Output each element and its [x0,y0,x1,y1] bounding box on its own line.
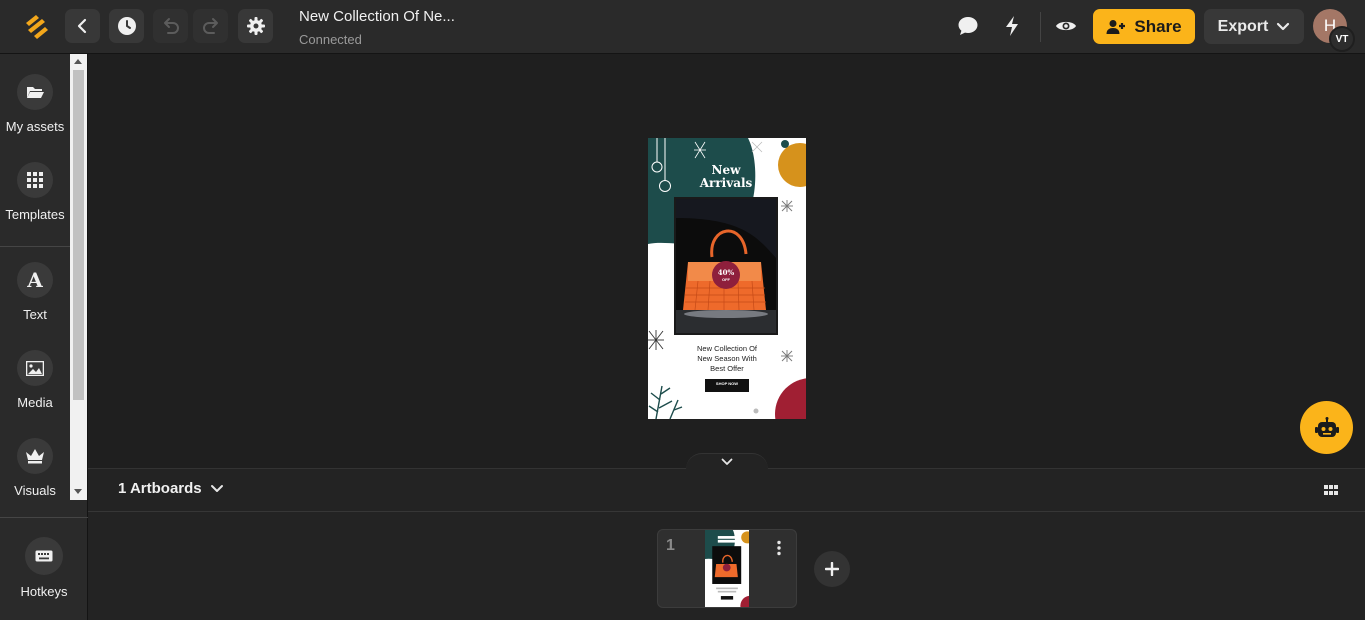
body-copy[interactable]: New Collection Of New Season With Best O… [668,344,786,374]
sidebar-item-my-assets[interactable]: My assets [0,74,70,134]
redo-button[interactable] [193,9,228,43]
share-label: Share [1134,16,1182,36]
chat-bubble-icon [958,17,978,35]
text-icon: A [17,262,53,298]
toolbar-divider [1040,12,1041,42]
kebab-menu-icon [777,540,781,556]
back-button[interactable] [65,9,100,43]
sidebar-item-label: Media [17,395,53,410]
eye-icon [1056,21,1076,31]
body-line-2: New Season With [697,354,757,363]
connection-status: Connected [299,32,362,47]
badge-off: OFF [722,277,730,282]
artboards-count-label: 1 Artboards [118,480,202,497]
add-user-icon [1106,19,1126,34]
gear-icon [246,17,265,35]
scroll-down-arrow[interactable] [74,489,82,494]
app-logo[interactable] [22,12,52,42]
sidebar-item-visuals[interactable]: Visuals [0,438,70,495]
sidebar-item-label: Text [23,307,47,322]
animate-button[interactable] [1000,14,1024,38]
collaborator-avatar[interactable]: VT [1329,26,1355,52]
preview-button[interactable] [1054,14,1078,38]
grid-view-icon [1324,485,1338,495]
panel-divider [88,511,1365,512]
thumbnail-menu-button[interactable] [776,540,782,556]
grid-view-button[interactable] [1323,483,1339,497]
discount-badge[interactable]: 40% OFF [712,269,740,283]
scrollbar-thumb[interactable] [73,70,84,400]
body-line-1: New Collection Of [696,344,758,353]
body-line-3: Best Offer [710,364,744,373]
sidebar-item-templates[interactable]: Templates [0,162,70,222]
sidebar-item-hotkeys[interactable]: Hotkeys [0,537,88,599]
sidebar-item-media[interactable]: Media [0,350,70,410]
crown-icon [17,438,53,474]
undo-icon [163,18,179,34]
sidebar-divider [0,246,70,247]
export-label: Export [1217,17,1269,35]
sidebar-item-label: Templates [5,207,65,222]
robot-icon [1314,416,1339,437]
image-icon [17,350,53,386]
shop-now-label[interactable]: SHOP NOW [705,381,749,386]
scroll-up-arrow[interactable] [74,59,82,64]
badge-percent: 40% [717,268,735,277]
sidebar-item-text[interactable]: A Text [0,262,70,322]
sidebar-scrollbar[interactable] [70,54,87,500]
share-button[interactable]: Share [1093,9,1195,44]
folder-icon [17,74,53,110]
artboard-thumbnail-number: 1 [666,537,675,554]
artboard-thumbnail[interactable] [705,530,749,607]
settings-button[interactable] [238,9,273,43]
document-title[interactable]: New Collection Of Ne... [299,8,455,25]
plus-icon [825,562,839,576]
collapse-panel-button[interactable] [686,453,768,469]
comments-button[interactable] [956,14,980,38]
hotkeys-label: Hotkeys [20,584,68,599]
chevron-left-icon [77,18,86,34]
lightning-icon [1006,16,1018,36]
redo-icon [202,18,218,34]
chevron-down-icon [210,485,223,492]
sidebar-item-label: Visuals [14,483,56,495]
history-button[interactable] [109,9,144,43]
ai-assistant-button[interactable] [1300,401,1353,454]
headline[interactable]: New Arrivals [688,164,764,190]
headline-line-2: Arrivals [699,176,753,190]
artboard[interactable]: New Arrivals 40% OFF New Collection Of N… [648,138,806,419]
undo-button[interactable] [153,9,188,43]
grid-icon [17,162,53,198]
sidebar-item-label: My assets [5,119,65,134]
artboards-dropdown[interactable]: 1 Artboards [118,480,224,497]
export-button[interactable]: Export [1204,9,1304,44]
keyboard-icon [25,537,63,575]
sidebar-divider [0,517,88,518]
add-artboard-button[interactable] [814,551,850,587]
chevron-down-icon [721,458,733,465]
left-sidebar: My assets Templates A Text Media Visuals [0,54,88,620]
chevron-down-icon [1277,22,1290,30]
thumbnail-preview-graphic [705,530,749,607]
clock-icon [117,17,136,35]
top-toolbar: New Collection Of Ne... Connected Share … [0,0,1365,54]
